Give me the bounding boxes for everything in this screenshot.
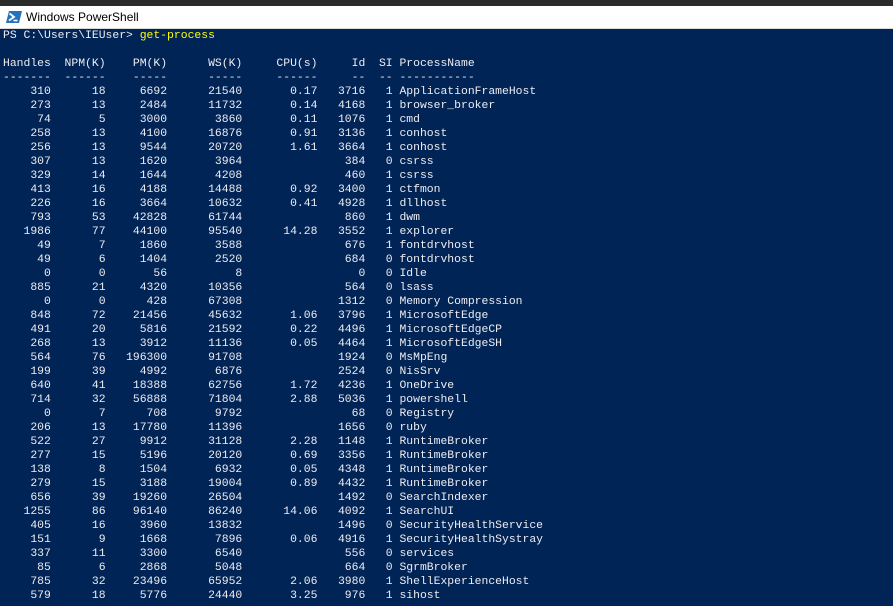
table-row: 337 11 3300 6540 556 0 services — [3, 548, 455, 560]
table-row: 579 18 5776 24440 3.25 976 1 sihost — [3, 590, 441, 602]
table-row: 138 8 1504 6932 0.05 4348 1 RuntimeBroke… — [3, 464, 489, 476]
table-row: 793 53 42828 61744 860 1 dwm — [3, 212, 420, 224]
table-row: 226 16 3664 10632 0.41 4928 1 dllhost — [3, 198, 448, 210]
table-row: 258 13 4100 16876 0.91 3136 1 conhost — [3, 128, 448, 140]
table-row: 885 21 4320 10356 564 0 lsass — [3, 282, 434, 294]
table-row: 785 32 23496 65952 2.06 3980 1 ShellExpe… — [3, 576, 530, 588]
table-row: 0 0 56 8 0 0 Idle — [3, 268, 427, 280]
table-row: 273 13 2484 11732 0.14 4168 1 browser_br… — [3, 100, 496, 112]
powershell-window: Windows PowerShell PS C:\Users\IEUser> g… — [0, 0, 893, 606]
table-row: 848 72 21456 45632 1.06 3796 1 Microsoft… — [3, 310, 489, 322]
table-row: 256 13 9544 20720 1.61 3664 1 conhost — [3, 142, 448, 154]
table-row: 277 15 5196 20120 0.69 3356 1 RuntimeBro… — [3, 450, 489, 462]
table-row: 307 13 1620 3964 384 0 csrss — [3, 156, 434, 168]
process-table: 310 18 6692 21540 0.17 3716 1 Applicatio… — [3, 85, 889, 603]
table-row: 1986 77 44100 95540 14.28 3552 1 explore… — [3, 226, 455, 238]
window-title: Windows PowerShell — [26, 10, 139, 24]
prompt-line: PS C:\Users\IEUser> get-process — [3, 29, 889, 43]
console-output[interactable]: PS C:\Users\IEUser> get-process Handles … — [3, 29, 889, 606]
table-row: 0 7 708 9792 68 0 Registry — [3, 408, 455, 420]
table-row: 522 27 9912 31128 2.28 1148 1 RuntimeBro… — [3, 436, 489, 448]
prompt-text: PS C:\Users\IEUser> — [3, 30, 140, 42]
table-row: 405 16 3960 13832 1496 0 SecurityHealthS… — [3, 520, 544, 532]
table-row: 279 15 3188 19004 0.89 4432 1 RuntimeBro… — [3, 478, 489, 490]
table-row: 85 6 2868 5048 664 0 SgrmBroker — [3, 562, 468, 574]
table-row: 74 5 3000 3860 0.11 1076 1 cmd — [3, 114, 420, 126]
title-bar[interactable]: Windows PowerShell — [0, 6, 893, 29]
table-header: Handles NPM(K) PM(K) WS(K) CPU(s) Id SI … — [3, 58, 475, 70]
table-row: 564 76 196300 91708 1924 0 MsMpEng — [3, 352, 448, 364]
table-row: 199 39 4992 6876 2524 0 NisSrv — [3, 366, 441, 378]
command-text: get-process — [139, 30, 215, 42]
powershell-icon — [6, 9, 22, 25]
table-row: 329 14 1644 4208 460 1 csrss — [3, 170, 434, 182]
table-row: 656 39 19260 26504 1492 0 SearchIndexer — [3, 492, 489, 504]
table-row: 310 18 6692 21540 0.17 3716 1 Applicatio… — [3, 86, 537, 98]
table-row: 268 13 3912 11136 0.05 4464 1 MicrosoftE… — [3, 338, 502, 350]
table-row: 1255 86 96140 86240 14.06 4092 1 SearchU… — [3, 506, 455, 518]
table-row: 491 20 5816 21592 0.22 4496 1 MicrosoftE… — [3, 324, 502, 336]
table-row: 0 0 428 67308 1312 0 Memory Compression — [3, 296, 523, 308]
table-row: 49 7 1860 3588 676 1 fontdrvhost — [3, 240, 475, 252]
table-row: 714 32 56888 71804 2.88 5036 1 powershel… — [3, 394, 468, 406]
table-row: 151 9 1668 7896 0.06 4916 1 SecurityHeal… — [3, 534, 544, 546]
table-row: 640 41 18388 62756 1.72 4236 1 OneDrive — [3, 380, 455, 392]
table-separator: ------- ------ ----- ----- ------ -- -- … — [3, 72, 475, 84]
table-row: 413 16 4188 14488 0.92 3400 1 ctfmon — [3, 184, 441, 196]
table-row: 49 6 1404 2520 684 0 fontdrvhost — [3, 254, 475, 266]
table-row: 206 13 17780 11396 1656 0 ruby — [3, 422, 427, 434]
